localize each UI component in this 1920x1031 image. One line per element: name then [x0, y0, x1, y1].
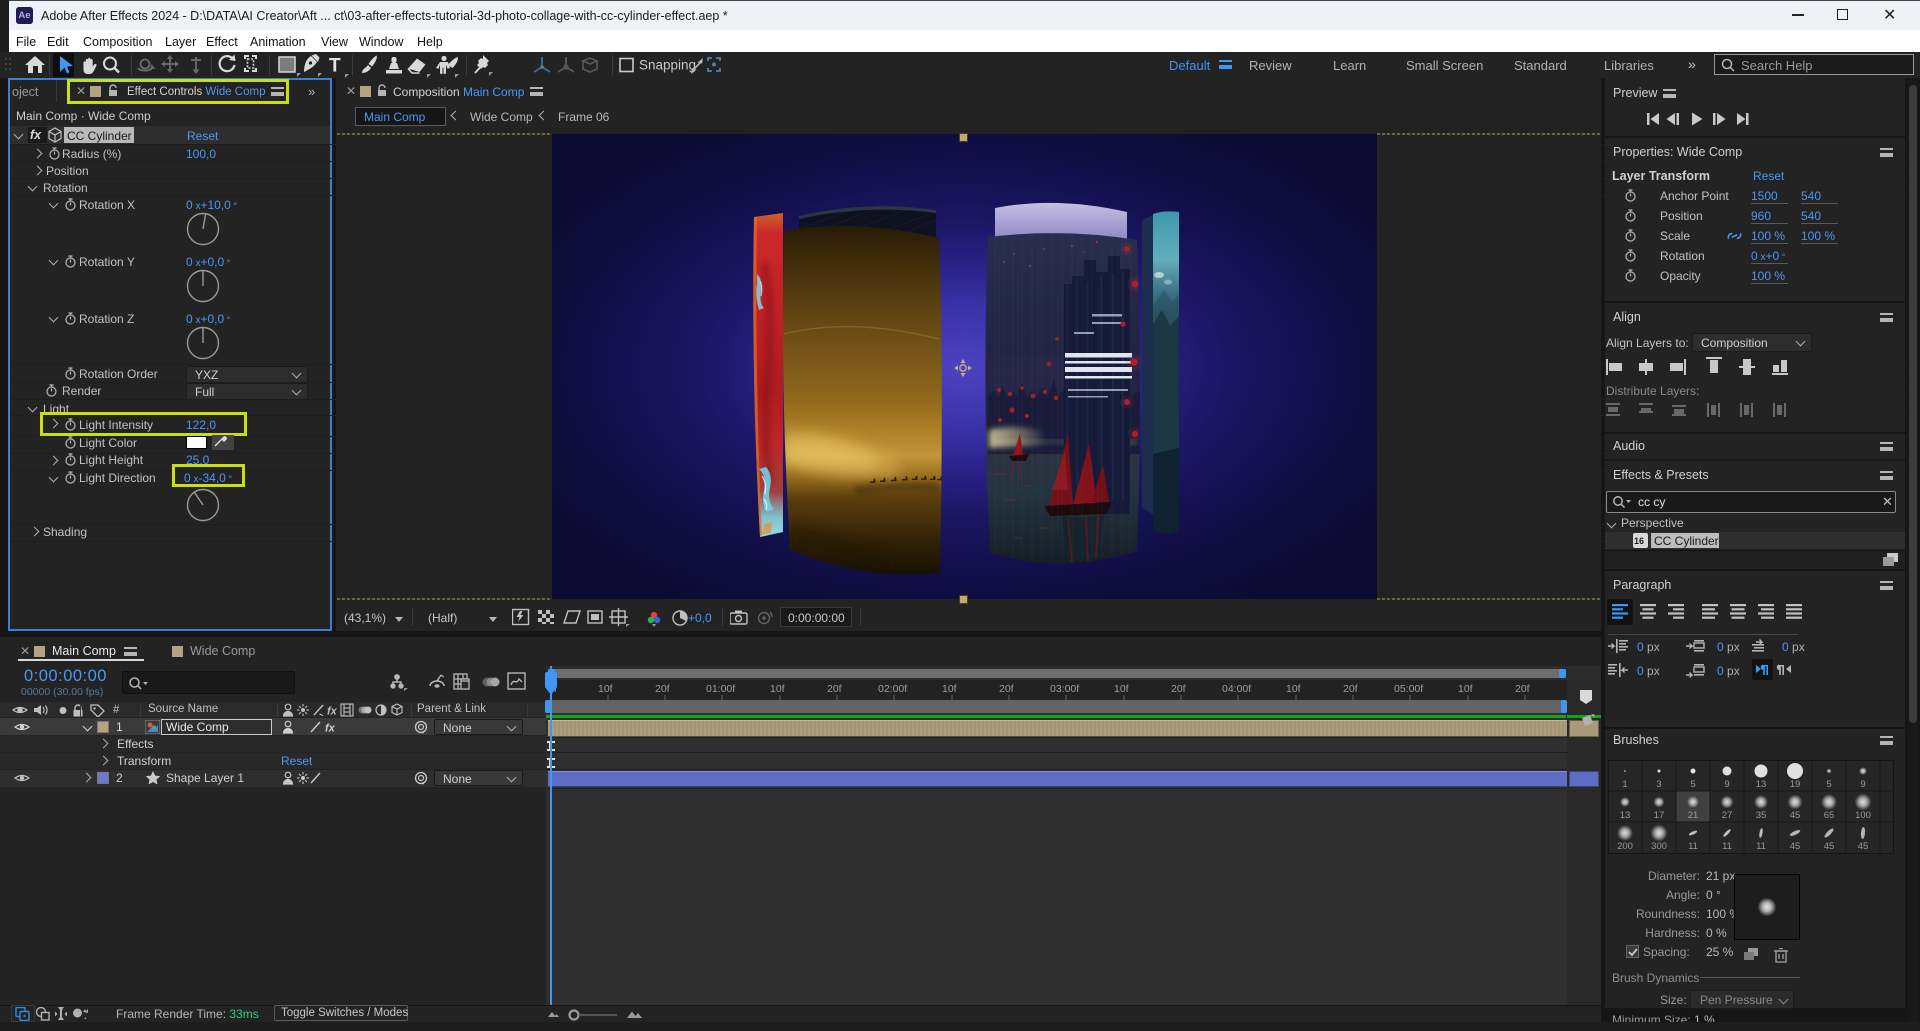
- svg-text:20f: 20f: [827, 683, 842, 695]
- svg-text:T: T: [329, 56, 341, 77]
- svg-text:13: 13: [1620, 810, 1631, 821]
- svg-text:5: 5: [1826, 779, 1831, 790]
- svg-text:Snapping: Snapping: [639, 58, 696, 73]
- svg-text:fx: fx: [325, 723, 336, 735]
- svg-text:11: 11: [1756, 841, 1766, 852]
- svg-text:21: 21: [1688, 810, 1699, 821]
- svg-text:05:00f: 05:00f: [1394, 683, 1423, 695]
- svg-text:200: 200: [1617, 841, 1633, 852]
- svg-text:10f: 10f: [1286, 683, 1301, 695]
- svg-text:9: 9: [1724, 779, 1729, 790]
- svg-text:13: 13: [1756, 779, 1767, 790]
- svg-text:20f: 20f: [999, 683, 1014, 695]
- svg-text:45: 45: [1824, 841, 1835, 852]
- svg-text:10f: 10f: [942, 683, 957, 695]
- svg-text:35: 35: [1756, 810, 1767, 821]
- svg-text:19: 19: [1790, 779, 1801, 790]
- svg-text:100: 100: [1855, 810, 1871, 821]
- svg-text:03:00f: 03:00f: [1050, 683, 1079, 695]
- svg-text:10f: 10f: [1458, 683, 1473, 695]
- svg-text:27: 27: [1722, 810, 1733, 821]
- svg-text:9: 9: [1860, 779, 1865, 790]
- svg-text:45: 45: [1790, 841, 1801, 852]
- svg-text:20f: 20f: [1343, 683, 1358, 695]
- svg-text:10f: 10f: [1114, 683, 1129, 695]
- svg-text:02:00f: 02:00f: [878, 683, 907, 695]
- svg-text:3: 3: [1656, 779, 1661, 790]
- svg-text:20f: 20f: [1515, 683, 1530, 695]
- svg-text:04:00f: 04:00f: [1222, 683, 1251, 695]
- svg-text:45: 45: [1790, 810, 1801, 821]
- svg-text:45: 45: [1858, 841, 1869, 852]
- svg-text:20f: 20f: [655, 683, 670, 695]
- svg-text:11: 11: [1722, 841, 1732, 852]
- svg-text:20f: 20f: [1171, 683, 1186, 695]
- svg-text:300: 300: [1651, 841, 1667, 852]
- svg-text:1: 1: [1622, 779, 1627, 790]
- svg-text:10f: 10f: [598, 683, 613, 695]
- svg-text:fx: fx: [327, 706, 338, 718]
- svg-text:11: 11: [1688, 841, 1698, 852]
- svg-text:65: 65: [1824, 810, 1835, 821]
- svg-text:17: 17: [1654, 810, 1665, 821]
- svg-text:5: 5: [1690, 779, 1695, 790]
- svg-text:01:00f: 01:00f: [706, 683, 735, 695]
- svg-text:10f: 10f: [770, 683, 785, 695]
